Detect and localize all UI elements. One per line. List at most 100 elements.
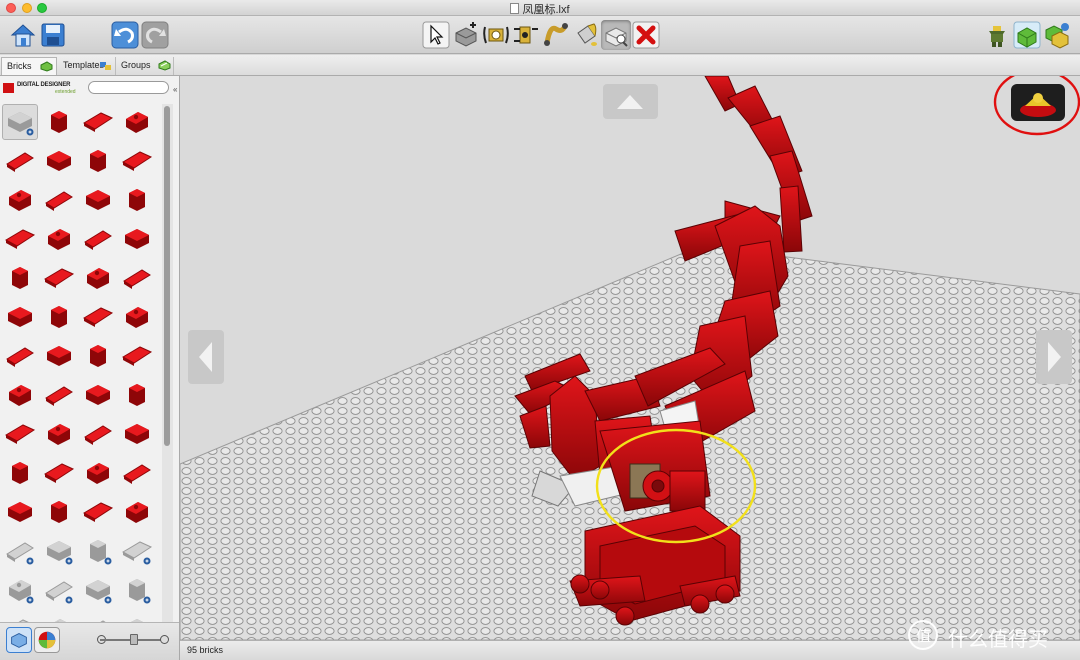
watermark-text: 什么值得买 [948,627,1048,651]
brick-plate-1x6[interactable] [41,221,77,257]
nav-right-arrow[interactable] [1036,330,1072,384]
view-mode-button[interactable] [1012,20,1042,50]
brick-brick-1x1-column[interactable] [119,299,155,335]
brick-brick-1x1[interactable] [119,143,155,179]
flex-tool-button[interactable] [541,20,571,50]
grey-brick-icon [90,540,112,565]
brick-brick-1x2[interactable] [2,143,38,179]
undo-button[interactable] [110,20,140,50]
brick-count: 95 bricks [187,645,224,655]
red-brick-icon [8,502,32,522]
nav-left-arrow[interactable] [188,330,224,384]
build-guide-button[interactable] [1042,20,1072,50]
home-button[interactable] [8,20,38,50]
brick-plate-2x4-tile[interactable] [80,455,116,491]
brick-brick-2x2-block[interactable] [41,416,77,452]
zoom-slider-knob[interactable] [130,634,138,645]
brick-brick-1x2-slope[interactable] [41,143,77,179]
paint-bucket-icon [577,23,597,46]
brick-brick-1x1-tall[interactable] [2,260,38,296]
red-brick-icon [84,230,112,250]
brick-brick-2x2-arch[interactable] [41,455,77,491]
brick-brick-1x2-curve[interactable] [2,455,38,491]
palette-search-input[interactable] [88,81,169,94]
red-brick-icon [48,229,70,250]
brick-plate-2x6[interactable] [41,299,77,335]
brick-plate-1x4-thin[interactable] [119,260,155,296]
hide-tool-button[interactable] [601,20,631,50]
brick-plate-2x4-flat[interactable] [119,338,155,374]
brick-brick-2x2-curve[interactable] [41,182,77,218]
hinge-align-tool-button[interactable] [511,20,541,50]
model-scene[interactable] [180,76,1080,640]
red-brick-icon [45,191,73,211]
tab-groups[interactable]: Groups [116,57,174,75]
brick-plate-4x4[interactable] [2,494,38,530]
red-brick-icon [12,267,28,289]
model-preview-thumbnail[interactable] [1011,84,1065,121]
brick-brick-2x2-tall[interactable] [41,338,77,374]
brick-plate-1x8[interactable] [80,299,116,335]
brick-brick-2x3[interactable] [80,104,116,140]
palette-scroll-thumb[interactable] [164,106,170,446]
palette-tabs: Bricks Templates Groups [0,55,1080,76]
brick-brick-2x4[interactable] [119,104,155,140]
brick-technic-brick-2x2b-grey[interactable] [41,533,77,569]
brick-plate-2x3[interactable] [80,260,116,296]
delete-tool-button[interactable] [631,20,661,50]
hinge-tool-button[interactable] [481,20,511,50]
red-brick-icon [6,152,34,172]
brick-brick-2x2[interactable] [41,104,77,140]
brick-brick-1x2-round[interactable] [2,182,38,218]
brick-plate-1x8-flat[interactable] [80,338,116,374]
brick-plate-2x8[interactable] [80,494,116,530]
brick-brick-1x2-column[interactable] [2,377,38,413]
brick-plate-1x4[interactable] [2,221,38,257]
palette-view-button[interactable] [6,627,32,653]
redo-button[interactable] [140,20,170,50]
brick-plate-1x8-tile[interactable] [41,494,77,530]
brick-plate-2x6-flat[interactable] [119,416,155,452]
brick-brick-2x2-slope[interactable] [80,143,116,179]
brick-plate-2x2-flat[interactable] [80,377,116,413]
brick-technic-plate-2x4-grey[interactable] [80,533,116,569]
clone-tool-button[interactable] [451,20,481,50]
nav-up-arrow[interactable] [603,84,658,119]
brick-plate-1x6-flat[interactable] [2,338,38,374]
brick-plate-1x4-diag[interactable] [2,416,38,452]
hide-icon [605,27,628,47]
brick-technic-beam-grey[interactable] [2,572,38,608]
hinge-align-icon [514,26,538,44]
zoom-in-icon[interactable] [160,635,169,644]
brick-technic-brick-2x2-grey[interactable] [2,533,38,569]
brick-brick-2x3-wedge[interactable] [119,182,155,218]
brick-technic-plate-2x2-grey[interactable] [119,533,155,569]
build-mode-button[interactable] [982,20,1012,50]
brick-brick-1x2-tall[interactable] [41,260,77,296]
brick-plate-2x4[interactable] [80,221,116,257]
red-brick-icon [90,150,106,172]
brick-plate-1x6-long[interactable] [2,299,38,335]
brick-plate-4x6[interactable] [119,494,155,530]
view-mode-icon [1013,21,1041,49]
brick-technic-joint-grey[interactable] [119,572,155,608]
color-wheel-icon [38,631,56,649]
brick-plate-1x3[interactable] [119,221,155,257]
build-viewport[interactable] [180,76,1080,640]
brick-brick-2x3-block[interactable] [80,416,116,452]
tab-bricks[interactable]: Bricks [1,57,57,75]
red-brick-icon [123,269,151,289]
brick-plate-2x4-wedge[interactable] [119,377,155,413]
save-button[interactable] [38,20,68,50]
brick-technic-plate-2x3-grey[interactable] [80,572,116,608]
brick-plate-1x10[interactable] [41,377,77,413]
collapse-palette-button[interactable]: « [173,85,177,94]
brick-plate-2x6-tile[interactable] [119,455,155,491]
brick-brick-2x2-corner[interactable] [80,182,116,218]
select-tool-button[interactable] [421,20,451,50]
tab-templates[interactable]: Templates [58,57,116,75]
paint-tool-button[interactable] [571,20,601,50]
brick-technic-curve-grey[interactable] [41,572,77,608]
brick-brick-2x2-grey[interactable] [2,104,38,140]
color-palette-button[interactable] [34,627,60,653]
